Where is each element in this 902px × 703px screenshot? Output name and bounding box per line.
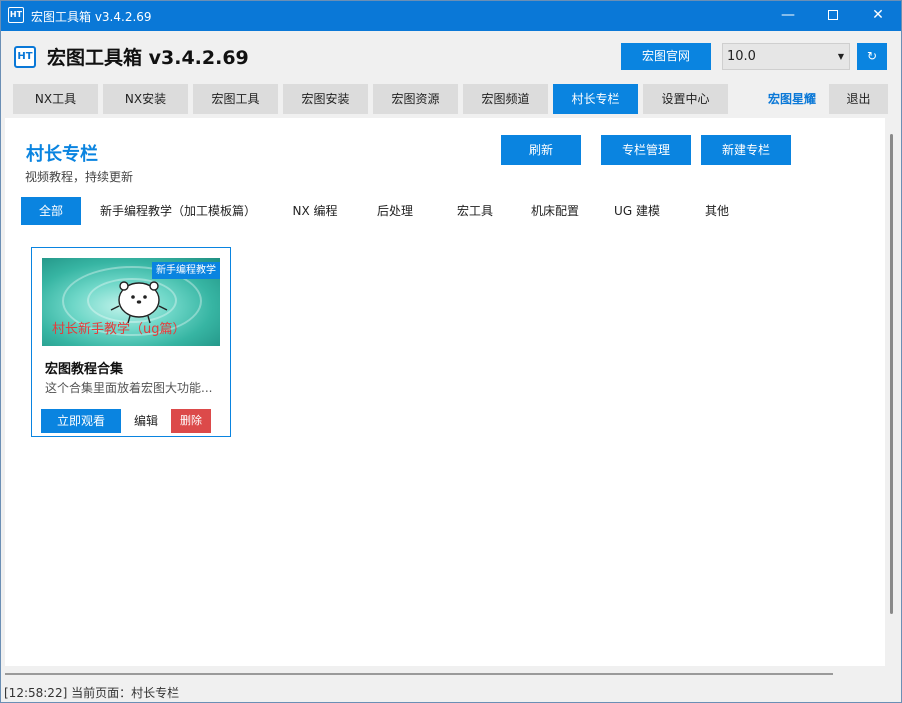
tab-nx-tools[interactable]: NX工具 (13, 84, 98, 114)
tab-village-column[interactable]: 村长专栏 (553, 84, 638, 114)
edit-button[interactable]: 编辑 (126, 409, 166, 433)
category-ug-modeling[interactable]: UG 建模 (602, 197, 672, 225)
version-value: 10.0 (727, 49, 756, 64)
watch-now-button[interactable]: 立即观看 (41, 409, 121, 433)
window-title: 宏图工具箱 v3.4.2.69 (31, 10, 152, 24)
category-nx-programming[interactable]: NX 编程 (280, 197, 350, 225)
card-description: 这个合集里面放着宏图大功能... (45, 381, 213, 395)
page-subtitle: 视频教程，持续更新 (25, 170, 134, 184)
title-bar: HT 宏图工具箱 v3.4.2.69 — ✕ (0, 0, 902, 31)
thumbnail-caption: 村长新手教学（ug篇） (52, 322, 186, 337)
new-column-button[interactable]: 新建专栏 (701, 135, 791, 165)
column-manage-button[interactable]: 专栏管理 (601, 135, 691, 165)
category-post-processing[interactable]: 后处理 (360, 197, 430, 225)
maximize-button[interactable] (810, 0, 856, 31)
content-panel: 村长专栏 视频教程，持续更新 刷新 专栏管理 新建专栏 全部 新手编程教学（加工… (5, 118, 885, 666)
tab-settings[interactable]: 设置中心 (643, 84, 728, 114)
maximize-icon (828, 10, 838, 20)
caret-down-icon: ▼ (837, 52, 845, 61)
version-select[interactable]: 10.0 ▼ (722, 43, 850, 70)
official-site-button[interactable]: 宏图官网 (621, 43, 711, 70)
reload-button[interactable]: ↻ (857, 43, 887, 70)
category-machine-config[interactable]: 机床配置 (520, 197, 590, 225)
scrollbar-thumb[interactable] (890, 134, 893, 614)
card-thumbnail[interactable]: 新手编程教学 村长新手教学（ug篇） (42, 258, 220, 346)
vertical-scrollbar[interactable] (886, 118, 898, 666)
column-card[interactable]: 新手编程教学 村长新手教学（ug篇） 宏图教程合集 这个合集里面放着宏图大功能.… (31, 247, 231, 437)
close-button[interactable]: ✕ (855, 0, 901, 31)
page-title: 村长专栏 (26, 144, 98, 165)
card-tag: 新手编程教学 (152, 262, 220, 279)
category-all[interactable]: 全部 (21, 197, 81, 225)
tab-hongtu-tools[interactable]: 宏图工具 (193, 84, 278, 114)
tab-hongtu-install[interactable]: 宏图安装 (283, 84, 368, 114)
logout-button[interactable]: 退出 (829, 84, 888, 114)
app-title: 宏图工具箱 v3.4.2.69 (47, 47, 249, 69)
logo-icon: HT (14, 46, 36, 68)
category-macro-tools[interactable]: 宏工具 (440, 197, 510, 225)
tab-hongtu-resources[interactable]: 宏图资源 (373, 84, 458, 114)
tab-hongtu-channel[interactable]: 宏图频道 (463, 84, 548, 114)
category-beginner[interactable]: 新手编程教学（加工模板篇） (93, 197, 263, 225)
tab-nx-install[interactable]: NX安装 (103, 84, 188, 114)
status-text: [12:58:22] 当前页面：村长专栏 (4, 686, 180, 700)
card-title: 宏图教程合集 (45, 362, 124, 377)
main-tabs: NX工具 NX安装 宏图工具 宏图安装 宏图资源 宏图频道 村长专栏 设置中心 … (0, 84, 902, 114)
delete-button[interactable]: 删除 (171, 409, 211, 433)
category-other[interactable]: 其他 (682, 197, 752, 225)
star-link[interactable]: 宏图星耀 (756, 84, 828, 114)
refresh-button[interactable]: 刷新 (501, 135, 581, 165)
app-header: HT 宏图工具箱 v3.4.2.69 宏图官网 10.0 ▼ ↻ (0, 31, 902, 81)
app-icon: HT (8, 7, 24, 23)
minimize-button[interactable]: — (765, 0, 811, 31)
status-divider (5, 673, 833, 675)
